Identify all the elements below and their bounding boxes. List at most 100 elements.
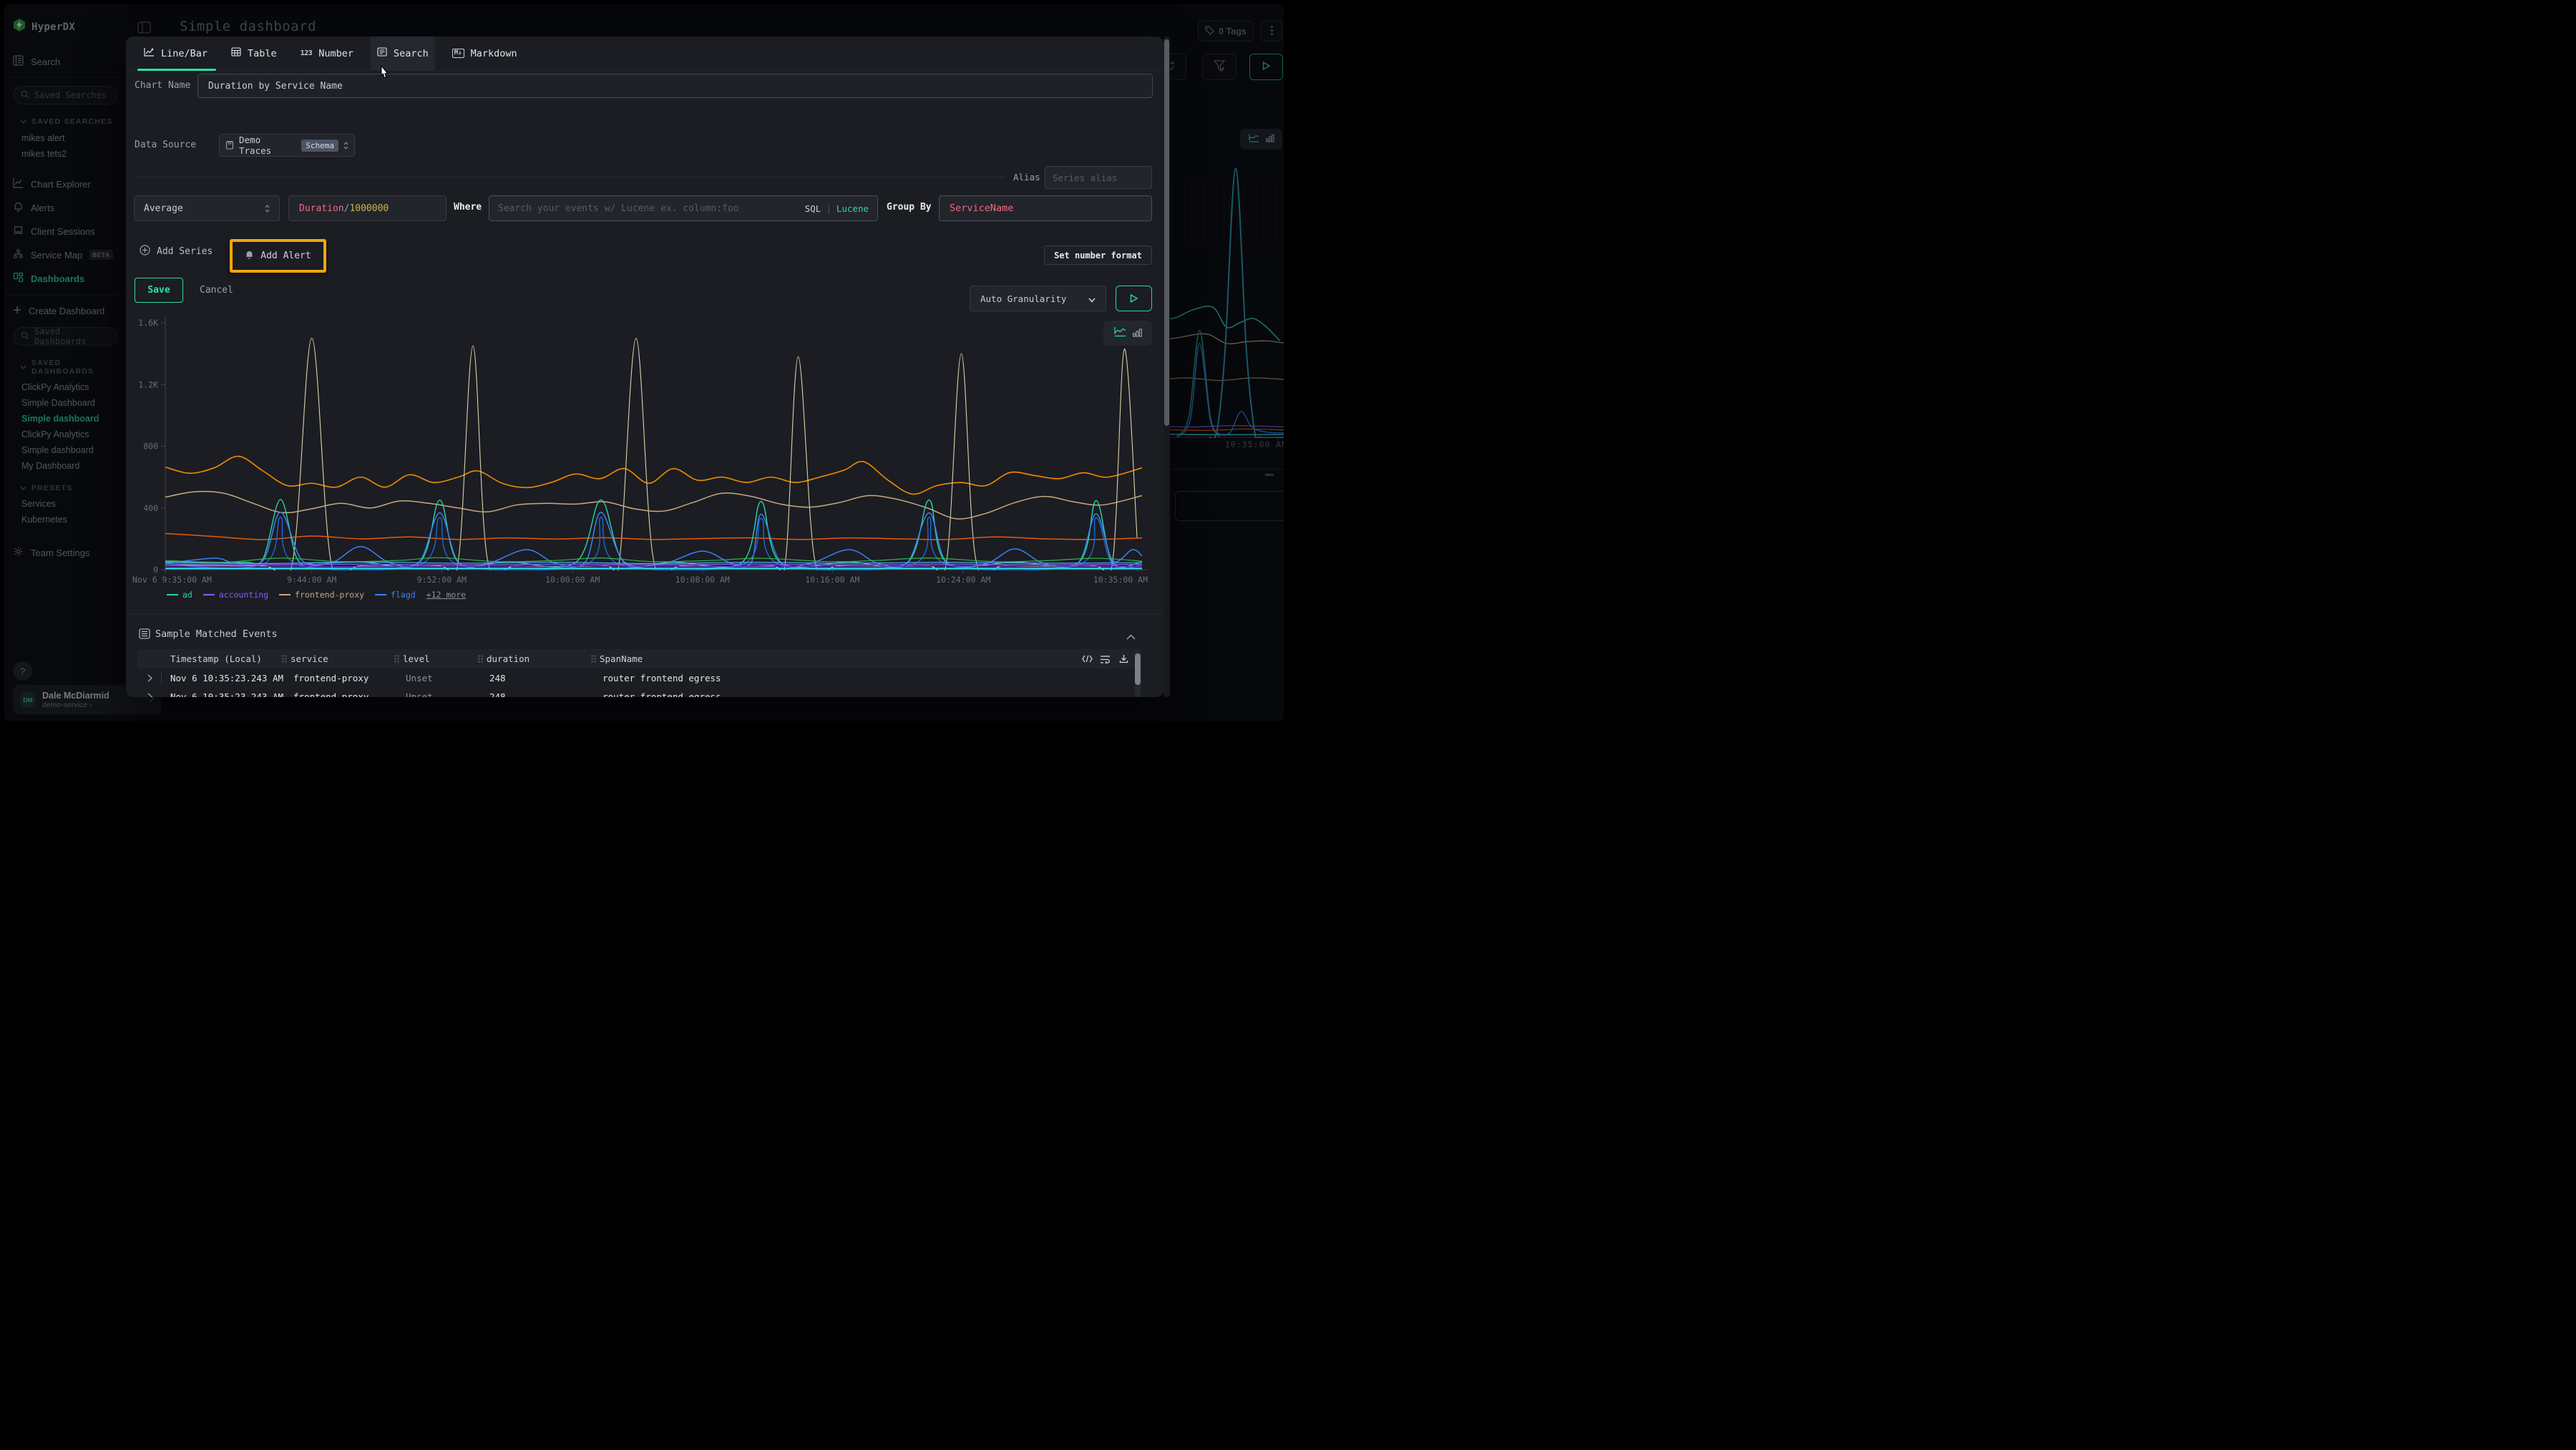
drag-handle-icon [282, 655, 287, 663]
add-series-button[interactable]: Add Series [140, 245, 213, 258]
number-icon: 123 [301, 49, 313, 57]
field-expression-input[interactable]: Duration/1000000 [288, 195, 447, 221]
drag-handle-icon [478, 655, 483, 663]
tab-label: Markdown [471, 48, 517, 59]
data-source-select[interactable]: Demo Traces Schema [219, 134, 355, 157]
play-icon [1130, 292, 1138, 306]
toggle-divider: | [826, 203, 831, 214]
table-row[interactable]: Nov 6 10:35:23.243 AM frontend-proxy Uns… [137, 687, 1141, 697]
download-icon[interactable] [1119, 649, 1128, 668]
modal-scrollbar[interactable] [1163, 37, 1170, 697]
language-toggle[interactable]: SQL | Lucene [805, 203, 869, 214]
lucene-option[interactable]: Lucene [836, 203, 869, 214]
row-expander-icon[interactable] [147, 687, 152, 697]
tab-table[interactable]: Table [225, 37, 283, 71]
select-chevrons-icon [265, 202, 270, 215]
cell-service: frontend-proxy [293, 687, 369, 697]
add-alert-button[interactable]: Add Alert [245, 250, 311, 263]
chart-series-orange [165, 456, 1142, 494]
table-header-row: Timestamp (Local) service level duration… [137, 649, 1141, 668]
data-source-label: Data Source [135, 140, 196, 150]
tab-number[interactable]: 123 Number [294, 37, 360, 71]
svg-text:400: 400 [143, 503, 158, 513]
data-source-value: Demo Traces [239, 135, 296, 156]
svg-text:10:24:00 AM: 10:24:00 AM [936, 575, 990, 585]
set-number-format-button[interactable]: Set number format [1044, 245, 1152, 265]
tab-label: Table [248, 48, 277, 59]
chart-name-value: Duration by Service Name [208, 81, 343, 92]
svg-text:Nov 6 9:35:00 AM: Nov 6 9:35:00 AM [132, 575, 212, 585]
bar-chart-icon [1133, 326, 1142, 340]
cell-span-name: router frontend egress [602, 687, 721, 697]
chart-series-sky [165, 562, 1142, 563]
granularity-select[interactable]: Auto Granularity [970, 286, 1106, 311]
chart-name-input[interactable]: Duration by Service Name [197, 74, 1153, 98]
circled-plus-icon [140, 245, 150, 258]
chart-name-label: Chart Name [135, 80, 190, 91]
cell-level: Unset [406, 687, 433, 697]
sample-events-title: Sample Matched Events [155, 628, 278, 640]
tab-label: Search [394, 48, 429, 59]
where-label: Where [454, 202, 482, 213]
chevron-down-icon [1088, 292, 1096, 306]
svg-text:10:16:00 AM: 10:16:00 AM [805, 575, 859, 585]
row-expander-icon[interactable] [147, 668, 152, 687]
svg-text:10:08:00 AM: 10:08:00 AM [675, 575, 730, 585]
sql-option[interactable]: SQL [805, 203, 821, 214]
drag-handle-icon [591, 655, 596, 663]
legend-item[interactable]: accounting [203, 590, 268, 600]
drag-handle-icon [394, 655, 399, 663]
sample-events-table: Timestamp (Local) service level duration… [137, 649, 1141, 697]
alias-label: Alias [1013, 172, 1040, 183]
legend-item[interactable]: flagd [375, 590, 416, 600]
line-chart-icon [144, 47, 155, 59]
chevron-up-icon[interactable] [1126, 629, 1136, 643]
group-by-input[interactable]: ServiceName [939, 195, 1152, 221]
legend-more[interactable]: +12 more [426, 590, 466, 600]
markdown-icon: M↓ [452, 49, 464, 58]
chart-editor-modal: Line/Bar Table 123 Number Search M↓ Mark… [126, 37, 1163, 697]
field-token: Duration [299, 203, 344, 214]
tab-line-bar[interactable]: Line/Bar [137, 37, 214, 71]
svg-text:1.6K: 1.6K [138, 318, 158, 328]
aggregation-select[interactable]: Average [134, 195, 280, 221]
alias-placeholder: Series alias [1053, 172, 1117, 183]
alias-input[interactable]: Series alias [1045, 166, 1152, 189]
chart-series-cream-spiky [165, 339, 1137, 581]
events-scrollbar[interactable] [1135, 651, 1141, 697]
svg-text:0: 0 [153, 565, 158, 575]
column-header[interactable]: SpanName [591, 649, 643, 668]
chart-series-accounting [165, 564, 1142, 565]
tab-search[interactable]: Search [371, 37, 435, 71]
schema-badge[interactable]: Schema [301, 140, 338, 152]
wrap-text-icon[interactable] [1100, 649, 1111, 668]
save-button[interactable]: Save [135, 278, 183, 303]
group-by-value: ServiceName [950, 203, 1013, 214]
add-series-label: Add Series [157, 246, 213, 257]
chart-series-flagd [165, 512, 1142, 567]
cancel-button[interactable]: Cancel [200, 278, 233, 303]
editor-tab-bar: Line/Bar Table 123 Number Search M↓ Mark… [126, 37, 1163, 71]
database-icon [225, 139, 234, 152]
code-icon[interactable] [1082, 649, 1093, 668]
chart-type-toggle[interactable] [1103, 321, 1152, 346]
column-header[interactable]: duration [478, 649, 530, 668]
svg-text:9:52:00 AM: 9:52:00 AM [417, 575, 467, 585]
column-header[interactable]: service [282, 649, 328, 668]
run-chart-button[interactable] [1116, 286, 1152, 311]
cell-level: Unset [406, 668, 433, 687]
cell-span-name: router frontend egress [602, 668, 721, 687]
column-header[interactable]: Timestamp (Local) [170, 649, 262, 668]
cell-timestamp: Nov 6 10:35:23.243 AM [170, 668, 283, 687]
list-panel-icon [139, 628, 150, 642]
column-header[interactable]: level [394, 649, 430, 668]
tab-markdown[interactable]: M↓ Markdown [446, 37, 524, 71]
chart-series-ad [165, 500, 1142, 567]
legend-item[interactable]: ad [167, 590, 192, 600]
tab-label: Line/Bar [161, 48, 208, 59]
tab-label: Number [318, 48, 353, 59]
where-search-input[interactable]: Search your events w/ Lucene ex. column:… [489, 195, 878, 221]
table-row[interactable]: Nov 6 10:35:23.243 AM frontend-proxy Uns… [137, 668, 1141, 687]
add-alert-highlight: Add Alert [230, 239, 326, 273]
legend-item[interactable]: frontend-proxy [279, 590, 364, 600]
